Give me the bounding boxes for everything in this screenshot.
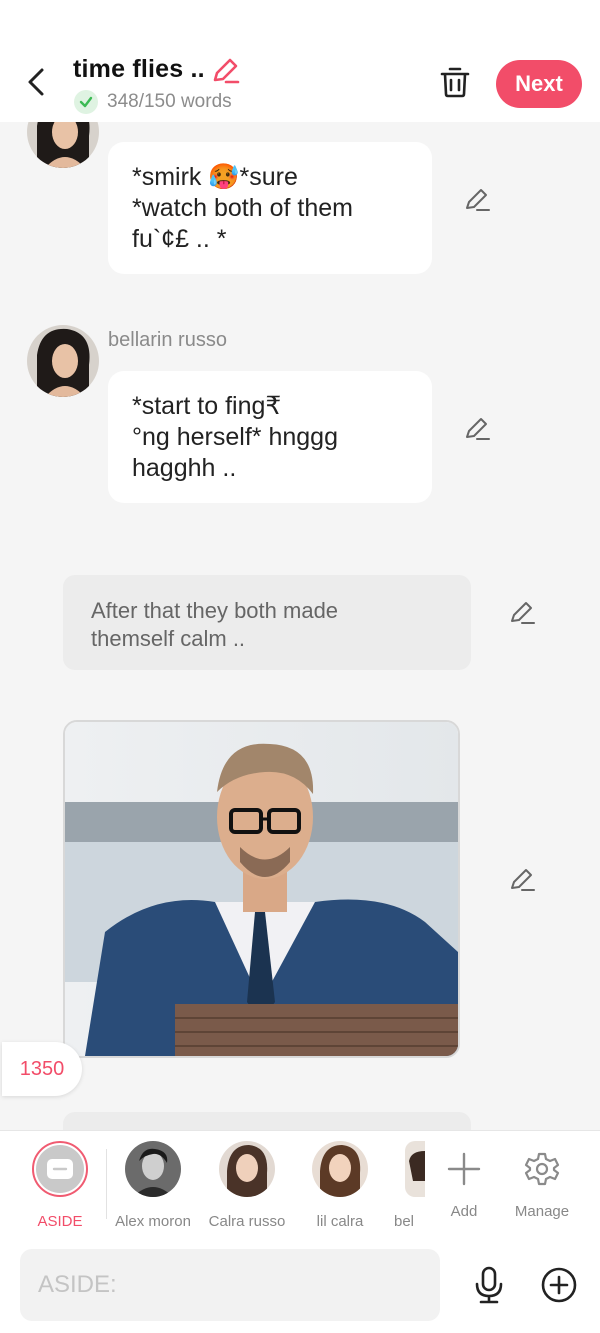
character-label: Calra russo: [208, 1213, 286, 1230]
avatar: [125, 1141, 181, 1197]
narration-bubble[interactable]: After that they both made themself calm …: [63, 575, 471, 670]
input-bar: [0, 1238, 600, 1333]
message-bubble[interactable]: *start to fing₹ °ng herself* hnggg haggh…: [108, 371, 432, 503]
aside-input[interactable]: [20, 1249, 440, 1321]
message-bubble[interactable]: *smirk 🥵*sure *watch both of them fu`¢£ …: [108, 142, 432, 274]
check-icon: [74, 90, 98, 114]
avatar: [219, 1141, 275, 1197]
plus-circle-icon: [541, 1267, 577, 1303]
microphone-button[interactable]: [472, 1266, 506, 1304]
back-button[interactable]: [20, 64, 54, 100]
manage-button[interactable]: Manage: [496, 1141, 588, 1220]
word-count: 348/150 words: [74, 89, 232, 115]
edit-icon[interactable]: [508, 599, 536, 627]
character-label: ASIDE: [37, 1213, 83, 1230]
character-label: Alex moron: [115, 1213, 191, 1230]
microphone-icon: [475, 1266, 503, 1304]
edit-icon[interactable]: [508, 866, 536, 894]
trash-icon: [440, 67, 470, 98]
character-bar: ASIDE Alex moron Calra russo lil calra b…: [0, 1130, 600, 1240]
speaker-name: bellarin russo: [108, 329, 227, 351]
aside-icon: [47, 1159, 73, 1179]
character-label: lil calra: [316, 1213, 364, 1230]
aside-avatar: [32, 1141, 88, 1197]
edit-icon[interactable]: [463, 186, 491, 214]
avatar: [312, 1141, 368, 1197]
character-calra-russo[interactable]: Calra russo: [201, 1141, 293, 1230]
top-bar: time flies .. 348/150 words Next: [0, 0, 600, 122]
back-arrow-icon: [28, 68, 44, 96]
manage-label: Manage: [514, 1203, 570, 1220]
man-photo: [65, 722, 458, 1056]
plus-icon: [447, 1152, 481, 1186]
character-lil-calra[interactable]: lil calra: [294, 1141, 386, 1230]
next-button[interactable]: Next: [496, 60, 582, 108]
story-title[interactable]: time flies ..: [73, 55, 205, 84]
gear-icon: [524, 1152, 560, 1186]
edit-title-icon[interactable]: [210, 56, 240, 86]
edit-icon[interactable]: [463, 415, 491, 443]
word-count-text: 348/150 words: [107, 91, 232, 112]
delete-button[interactable]: [438, 64, 472, 100]
more-options-button[interactable]: [540, 1266, 578, 1304]
message-counter[interactable]: 1350: [2, 1042, 82, 1096]
character-aside[interactable]: ASIDE: [14, 1141, 106, 1230]
image-message[interactable]: [63, 720, 460, 1058]
character-alex-moron[interactable]: Alex moron: [107, 1141, 199, 1230]
avatar[interactable]: [27, 325, 99, 397]
